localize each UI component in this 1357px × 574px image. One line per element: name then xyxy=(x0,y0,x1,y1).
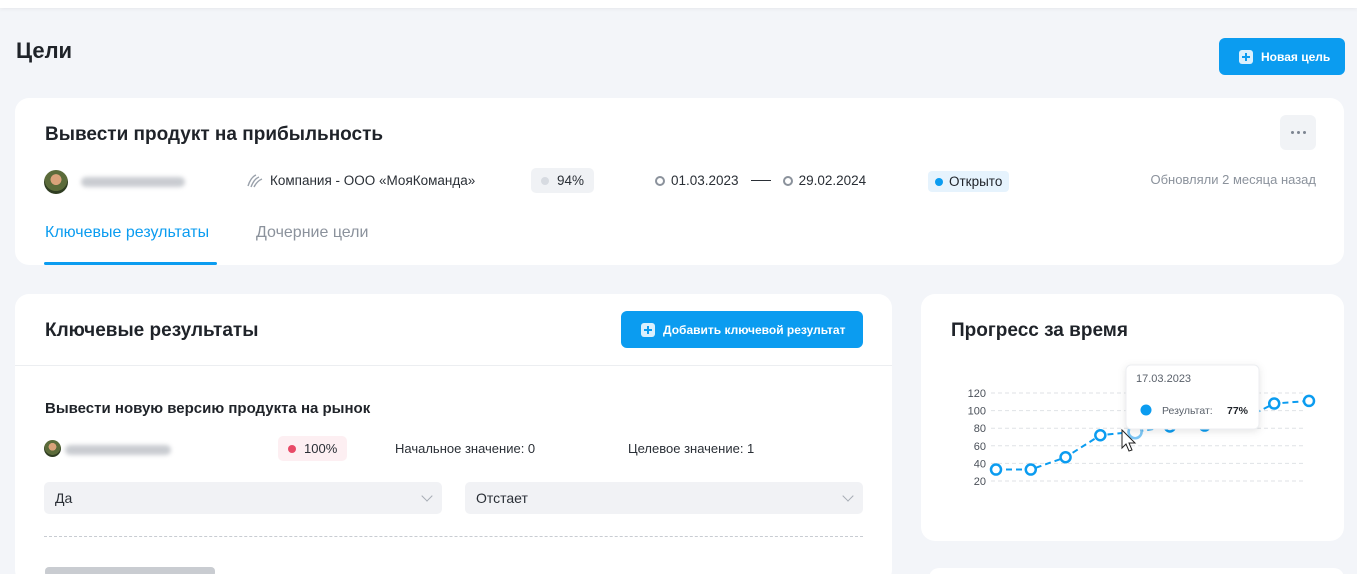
dot-icon xyxy=(1296,131,1300,134)
data-point[interactable] xyxy=(989,463,1003,476)
kr-status-select-text: Отстает xyxy=(476,490,528,506)
new-goal-label: Новая цель xyxy=(1261,49,1331,64)
end-date: 29.02.2024 xyxy=(798,173,867,188)
end-date-icon xyxy=(782,175,793,186)
tooltip-date: 17.03.2023 xyxy=(1136,373,1191,385)
data-point[interactable] xyxy=(1024,463,1038,476)
goal-dates: 01.03.2023 29.02.2024 xyxy=(655,173,866,188)
date-range-dash xyxy=(750,179,771,182)
goal-progress-value: 94% xyxy=(557,173,585,188)
goal-card: Вывести продукт на прибыльность Компания… xyxy=(15,98,1344,265)
plus-icon xyxy=(1239,49,1253,64)
key-results-card: Ключевые результаты Добавить ключевой ре… xyxy=(15,294,892,574)
key-results-title: Ключевые результаты xyxy=(45,320,259,341)
more-options-button[interactable] xyxy=(1280,115,1316,150)
kr-value-select[interactable]: Да xyxy=(44,482,442,514)
tab-child-goals[interactable]: Дочерние цели xyxy=(256,224,368,242)
company-name: Компания - ООО «МояКоманда» xyxy=(270,173,476,188)
data-point[interactable] xyxy=(1302,394,1316,408)
status-dot-icon xyxy=(935,177,943,186)
next-key-result-title-cut xyxy=(45,567,215,574)
kr-initial-value: Начальное значение: 0 xyxy=(395,441,536,456)
y-tick-label: 40 xyxy=(974,458,986,470)
add-key-result-label: Добавить ключевой результат xyxy=(663,322,846,337)
company-item: Компания - ООО «МояКоманда» xyxy=(246,173,475,188)
kr-progress-dot-icon xyxy=(288,444,296,453)
dot-icon xyxy=(1302,131,1306,134)
owner-avatar[interactable] xyxy=(44,170,68,194)
start-date-icon xyxy=(655,175,665,186)
goal-meta-row: Компания - ООО «МояКоманда» 94% 01.03.20… xyxy=(15,168,1344,196)
owner-name-blurred xyxy=(81,177,185,187)
tab-key-results[interactable]: Ключевые результаты xyxy=(45,224,209,242)
active-tab-indicator xyxy=(44,262,217,265)
kr-progress-badge: 100% xyxy=(278,436,348,461)
divider xyxy=(15,365,892,366)
new-goal-button[interactable]: Новая цель xyxy=(1219,38,1345,75)
y-tick-label: 60 xyxy=(974,441,986,453)
tooltip-label: Результат: xyxy=(1162,405,1213,417)
chart-tooltip: 17.03.2023 Результат: 77% xyxy=(1125,364,1260,430)
y-axis-ticks: 20 40 60 80 100 120 xyxy=(968,388,986,488)
start-date: 01.03.2023 xyxy=(671,173,739,188)
key-result-meta: 100% Начальное значение: 0 Целевое значе… xyxy=(15,436,892,462)
data-point[interactable] xyxy=(1094,428,1107,442)
kr-value-select-text: Да xyxy=(55,490,73,506)
goal-progress-badge: 94% xyxy=(531,168,595,193)
company-logo-icon xyxy=(247,173,263,187)
top-bar xyxy=(0,0,1357,8)
next-card-edge xyxy=(929,568,1344,574)
data-point[interactable] xyxy=(1059,450,1072,464)
goal-title: Вывести продукт на прибыльность xyxy=(45,124,384,145)
kr-owner-name-blurred xyxy=(65,445,171,455)
tooltip-value: 77% xyxy=(1227,405,1249,417)
progress-chart-card: Прогресс за время 20 40 60 80 100 120 17.03.2… xyxy=(921,294,1344,541)
plus-icon xyxy=(641,322,655,337)
last-updated: Обновляли 2 месяца назад xyxy=(1150,172,1316,187)
key-result-title[interactable]: Вывести новую версию продукта на рынок xyxy=(45,400,370,417)
page-title: Цели xyxy=(16,38,73,63)
kr-progress-value: 100% xyxy=(304,441,338,456)
status-badge[interactable]: Открыто xyxy=(928,171,1010,192)
y-tick-label: 100 xyxy=(968,406,986,418)
data-point[interactable] xyxy=(1267,397,1281,410)
y-tick-label: 20 xyxy=(974,476,986,488)
progress-line-chart: 20 40 60 80 100 120 17.03.2023 Результат: 77% xyxy=(968,364,1316,488)
progress-dot-icon xyxy=(541,176,549,185)
kr-owner-avatar[interactable] xyxy=(44,440,61,457)
y-tick-label: 80 xyxy=(974,423,986,435)
y-tick-label: 120 xyxy=(968,388,986,400)
chevron-down-icon xyxy=(421,490,433,502)
status-label: Открыто xyxy=(949,174,1003,189)
dot-icon xyxy=(1290,131,1294,134)
chevron-down-icon xyxy=(842,490,854,502)
add-key-result-button[interactable]: Добавить ключевой результат xyxy=(621,311,863,348)
tooltip-series-marker xyxy=(1140,404,1152,416)
kr-target-value: Целевое значение: 1 xyxy=(628,441,755,456)
kr-status-select[interactable]: Отстает xyxy=(465,482,863,514)
dashed-separator xyxy=(44,536,863,537)
